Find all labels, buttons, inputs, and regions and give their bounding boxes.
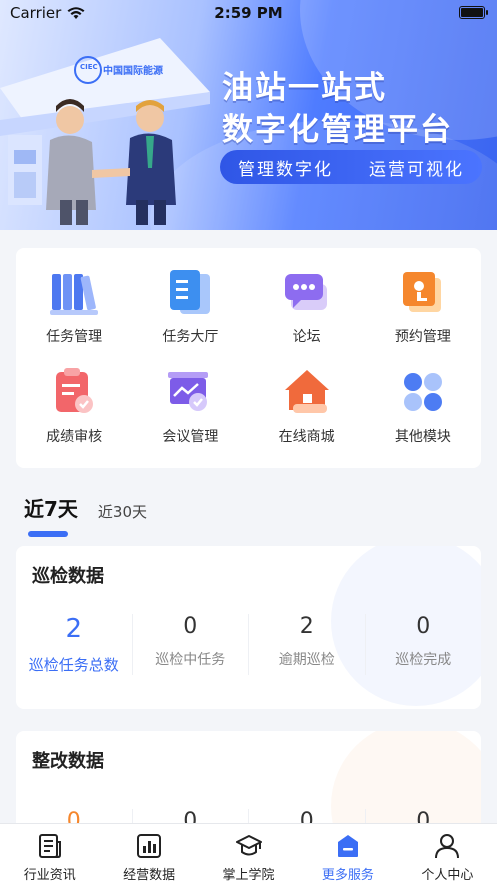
tab-30-days[interactable]: 近30天: [98, 501, 147, 522]
banner-tag: 管理数字化: [238, 159, 333, 180]
presentation-icon: [168, 372, 209, 411]
tab-label: 个人中心: [421, 868, 474, 883]
stat-overdue[interactable]: 2 逾期巡检: [249, 614, 366, 675]
chat-icon: [284, 274, 327, 310]
stat-value: 0: [416, 614, 431, 639]
card-title: 整改数据: [32, 751, 104, 772]
range-tabs: 近7天 近30天: [24, 493, 147, 537]
stat-label: 逾期巡检: [278, 652, 335, 668]
menu-label: 会议管理: [162, 429, 219, 445]
menu-label: 论坛: [292, 329, 321, 345]
menu-item-appointment[interactable]: 预约管理: [365, 258, 481, 358]
tab-7-days[interactable]: 近7天: [24, 493, 78, 537]
menu-label: 预约管理: [394, 329, 451, 345]
tab-industry-news[interactable]: 行业资讯: [0, 824, 99, 884]
stat-value: 0: [183, 614, 198, 639]
station-logo-text: CIEC: [80, 63, 98, 71]
card-title: 巡检数据: [32, 566, 104, 587]
inspection-stats: 2 巡检任务总数 0 巡检中任务 2 逾期巡检 0 巡检完成: [16, 614, 481, 675]
menu-label: 其他模块: [394, 429, 451, 445]
news-icon: [38, 834, 61, 858]
menu-item-score-review[interactable]: 成绩审核: [16, 358, 132, 458]
banner-title-line1: 油站一站式: [222, 70, 387, 106]
stat-completed[interactable]: 0 巡检完成: [366, 614, 482, 675]
house-icon: [284, 370, 329, 413]
menu-label: 任务大厅: [162, 329, 219, 345]
inspection-card: 巡检数据 2 巡检任务总数 0 巡检中任务 2 逾期巡检 0 巡检完成: [16, 546, 481, 709]
grid-modules-icon: [403, 373, 442, 411]
books-icon: [50, 274, 99, 315]
stat-label: 巡检中任务: [155, 652, 226, 668]
menu-item-online-mall[interactable]: 在线商城: [249, 358, 365, 458]
more-services-icon: [337, 835, 358, 857]
menu-item-other-modules[interactable]: 其他模块: [365, 358, 481, 458]
hero-banner[interactable]: CIEC 中国国际能源 油站一站式 数字化管理平台 管理数字化 运营可视化: [0, 0, 497, 230]
status-time: 2:59 PM: [214, 4, 283, 22]
clipboard-check-icon: [56, 368, 94, 413]
appointment-icon: [402, 272, 441, 312]
menu-item-forum[interactable]: 论坛: [249, 258, 365, 358]
stat-in-progress[interactable]: 0 巡检中任务: [133, 614, 249, 675]
banner-tags: 管理数字化 运营可视化: [220, 150, 482, 184]
tab-personal-center[interactable]: 个人中心: [398, 824, 497, 884]
tab-more-services[interactable]: 更多服务: [298, 824, 397, 884]
station-sign-text: 中国国际能源: [103, 66, 163, 77]
bottom-tab-bar: 行业资讯 经营数据 掌上学院 更多服务 个人中心: [0, 823, 497, 884]
document-icon: [170, 270, 211, 314]
gas-station-illustration: [0, 38, 210, 225]
banner-tag: 运营可视化: [369, 159, 464, 180]
banner-title-line2: 数字化管理平台: [222, 112, 453, 148]
stat-label: 巡检完成: [395, 652, 452, 668]
menu-item-task-hall[interactable]: 任务大厅: [132, 258, 248, 358]
graduation-cap-icon: [235, 835, 262, 856]
menu-label: 成绩审核: [46, 429, 103, 445]
tab-label: 行业资讯: [23, 868, 76, 883]
tab-label: 经营数据: [123, 868, 176, 883]
stat-value: 2: [65, 614, 83, 644]
battery-icon: [459, 6, 488, 19]
menu-label: 任务管理: [46, 329, 103, 345]
stat-total-tasks[interactable]: 2 巡检任务总数: [16, 614, 133, 675]
tab-label: 掌上学院: [222, 868, 275, 883]
tab-label: 更多服务: [321, 868, 374, 883]
stat-value: 2: [299, 614, 314, 639]
person-icon: [435, 834, 460, 859]
menu-item-meeting[interactable]: 会议管理: [132, 358, 248, 458]
status-bar: Carrier 2:59 PM: [0, 0, 497, 26]
tab-business-data[interactable]: 经营数据: [99, 824, 198, 884]
bar-chart-icon: [137, 834, 162, 858]
function-menu: 任务管理 任务大厅 论坛 预约管理 成绩审核 会议管理 在线商城 其他模块: [16, 248, 481, 468]
tab-academy[interactable]: 掌上学院: [199, 824, 298, 884]
stat-label: 巡检任务总数: [28, 656, 119, 674]
menu-label: 在线商城: [278, 429, 335, 445]
menu-item-task-management[interactable]: 任务管理: [16, 258, 132, 358]
